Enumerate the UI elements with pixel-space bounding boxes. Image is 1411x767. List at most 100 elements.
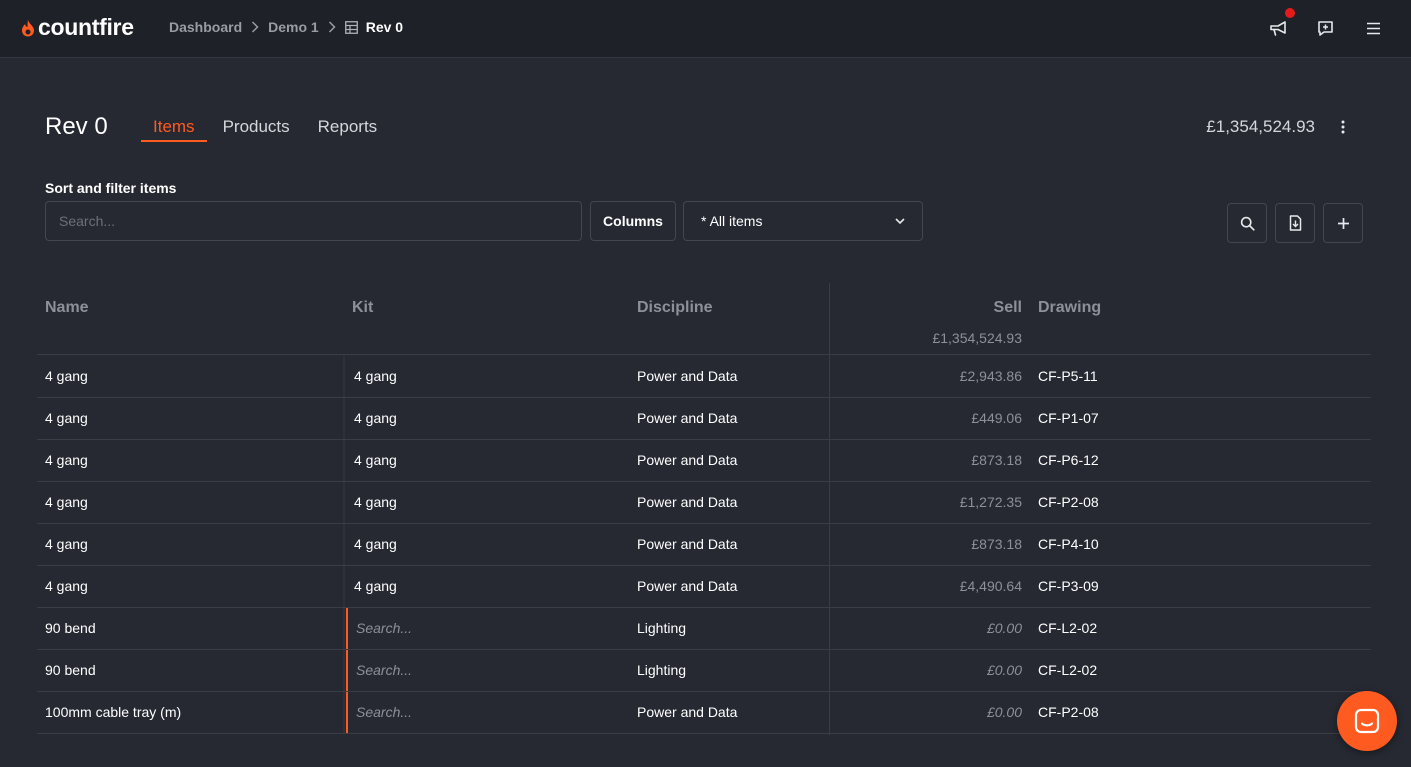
tab-items[interactable]: Items: [141, 108, 207, 142]
announcements-button[interactable]: [1267, 7, 1296, 39]
table-row[interactable]: 4 gang 4 gang Power and Data £873.18 CF-P6-1…: [37, 440, 1371, 482]
tab-products[interactable]: Products: [211, 108, 302, 142]
table-row[interactable]: 4 gang 4 gang Power and Data £873.18 CF-P4-1…: [37, 524, 1371, 566]
cell-kit[interactable]: 4 gang: [346, 482, 629, 523]
cell-discipline[interactable]: Power and Data: [637, 692, 737, 733]
sell-column-total: £1,354,524.93: [932, 330, 1022, 346]
table-header: Name Kit Discipline Sell Drawing £1,354,…: [37, 283, 1371, 355]
cell-name[interactable]: 90 bend: [45, 608, 96, 649]
breadcrumb-dashboard[interactable]: Dashboard: [169, 19, 242, 35]
cell-discipline[interactable]: Power and Data: [637, 356, 737, 397]
page-tabs: Items Products Reports: [141, 108, 393, 142]
cell-discipline[interactable]: Power and Data: [637, 524, 737, 565]
cell-name[interactable]: 4 gang: [45, 482, 88, 523]
breadcrumb-project[interactable]: Demo 1: [268, 19, 319, 35]
more-options-button[interactable]: [1334, 117, 1352, 137]
export-button[interactable]: [1275, 203, 1315, 243]
chat-icon: [1354, 708, 1380, 734]
cell-drawing[interactable]: CF-P2-08: [1038, 482, 1099, 523]
cell-discipline[interactable]: Power and Data: [637, 482, 737, 523]
cell-discipline[interactable]: Lighting: [637, 608, 686, 649]
cell-sell[interactable]: £0.00: [830, 608, 1022, 649]
revision-total: £1,354,524.93: [1206, 117, 1315, 136]
cell-discipline[interactable]: Power and Data: [637, 440, 737, 481]
cell-name[interactable]: 90 bend: [45, 650, 96, 691]
table-row[interactable]: 90 bend Search... Lighting £0.00 CF-L2-02: [37, 608, 1371, 650]
cell-drawing[interactable]: CF-P4-10: [1038, 524, 1099, 565]
megaphone-icon: [1269, 20, 1286, 36]
table-row[interactable]: 4 gang 4 gang Power and Data £4,490.64 CF-P3…: [37, 566, 1371, 608]
cell-discipline[interactable]: Power and Data: [637, 398, 737, 439]
cell-sell[interactable]: £4,490.64: [830, 566, 1022, 607]
cell-drawing[interactable]: CF-L2-02: [1038, 608, 1097, 649]
table-row[interactable]: 4 gang 4 gang Power and Data £449.06 CF-P1-0…: [37, 398, 1371, 440]
cell-divider: [343, 650, 345, 691]
cell-kit[interactable]: 4 gang: [346, 566, 629, 607]
column-header-drawing[interactable]: Drawing: [1038, 299, 1101, 317]
column-header-name[interactable]: Name: [45, 299, 89, 317]
cell-kit[interactable]: 4 gang: [346, 398, 629, 439]
column-divider: [829, 283, 830, 735]
cell-drawing[interactable]: CF-L2-02: [1038, 650, 1097, 691]
cell-name[interactable]: 4 gang: [45, 398, 88, 439]
flame-logo-icon: [22, 19, 34, 36]
cell-sell[interactable]: £2,943.86: [830, 356, 1022, 397]
feedback-icon: [1317, 20, 1333, 36]
cell-kit[interactable]: 4 gang: [346, 524, 629, 565]
kebab-icon: [1341, 120, 1345, 134]
column-header-discipline[interactable]: Discipline: [637, 299, 713, 317]
cell-kit[interactable]: 4 gang: [346, 356, 629, 397]
table-row[interactable]: 4 gang 4 gang Power and Data £1,272.35 CF-P2…: [37, 482, 1371, 524]
cell-sell[interactable]: £1,272.35: [830, 482, 1022, 523]
cell-sell[interactable]: £0.00: [830, 650, 1022, 691]
kit-search-input[interactable]: Search...: [346, 692, 629, 733]
export-file-icon: [1289, 215, 1301, 231]
cell-name[interactable]: 4 gang: [45, 566, 88, 607]
cell-name[interactable]: 4 gang: [45, 356, 88, 397]
cell-divider: [343, 608, 345, 649]
column-header-sell[interactable]: Sell: [994, 299, 1022, 317]
table-row[interactable]: 4 gang 4 gang Power and Data £2,943.86 CF-P5…: [37, 356, 1371, 398]
brand-name: countfire: [38, 14, 134, 40]
kit-search-input[interactable]: Search...: [346, 608, 629, 649]
cell-divider: [343, 398, 345, 439]
cell-sell[interactable]: £449.06: [830, 398, 1022, 439]
cell-divider: [343, 566, 345, 607]
cell-discipline[interactable]: Lighting: [637, 650, 686, 691]
main-menu-button[interactable]: [1362, 17, 1384, 39]
cell-name[interactable]: 4 gang: [45, 524, 88, 565]
cell-divider: [343, 356, 345, 397]
cell-discipline[interactable]: Power and Data: [637, 566, 737, 607]
table-row[interactable]: 90 bend Search... Lighting £0.00 CF-L2-02: [37, 650, 1371, 692]
cell-drawing[interactable]: CF-P5-11: [1038, 356, 1098, 397]
notification-dot: [1284, 7, 1296, 19]
cell-name[interactable]: 100mm cable tray (m): [45, 692, 181, 733]
cell-drawing[interactable]: CF-P2-08: [1038, 692, 1099, 733]
cell-drawing[interactable]: CF-P3-09: [1038, 566, 1099, 607]
columns-button[interactable]: Columns: [590, 201, 676, 241]
breadcrumb-current: Rev 0: [344, 19, 403, 35]
cell-drawing[interactable]: CF-P6-12: [1038, 440, 1099, 481]
column-header-kit[interactable]: Kit: [352, 299, 373, 317]
countfire-logo[interactable]: countfire: [20, 14, 134, 41]
chat-launcher-button[interactable]: [1337, 691, 1397, 751]
cell-kit[interactable]: 4 gang: [346, 440, 629, 481]
cell-sell[interactable]: £873.18: [830, 440, 1022, 481]
search-input[interactable]: [45, 201, 582, 241]
plus-icon: [1337, 217, 1349, 229]
cell-drawing[interactable]: CF-P1-07: [1038, 398, 1099, 439]
tab-reports[interactable]: Reports: [306, 108, 390, 142]
chevron-right-icon: [328, 21, 336, 33]
add-item-button[interactable]: [1323, 203, 1363, 243]
feedback-button[interactable]: [1314, 17, 1336, 39]
breadcrumb: Dashboard Demo 1 Rev 0: [169, 19, 403, 35]
cell-sell[interactable]: £873.18: [830, 524, 1022, 565]
cell-sell[interactable]: £0.00: [830, 692, 1022, 733]
table-row[interactable]: 100mm cable tray (m) Search... Power and D…: [37, 692, 1371, 734]
view-select[interactable]: * All items: [683, 201, 923, 241]
chevron-down-icon: [895, 217, 905, 224]
cell-name[interactable]: 4 gang: [45, 440, 88, 481]
search-icon: [1240, 216, 1255, 231]
search-button[interactable]: [1227, 203, 1267, 243]
kit-search-input[interactable]: Search...: [346, 650, 629, 691]
